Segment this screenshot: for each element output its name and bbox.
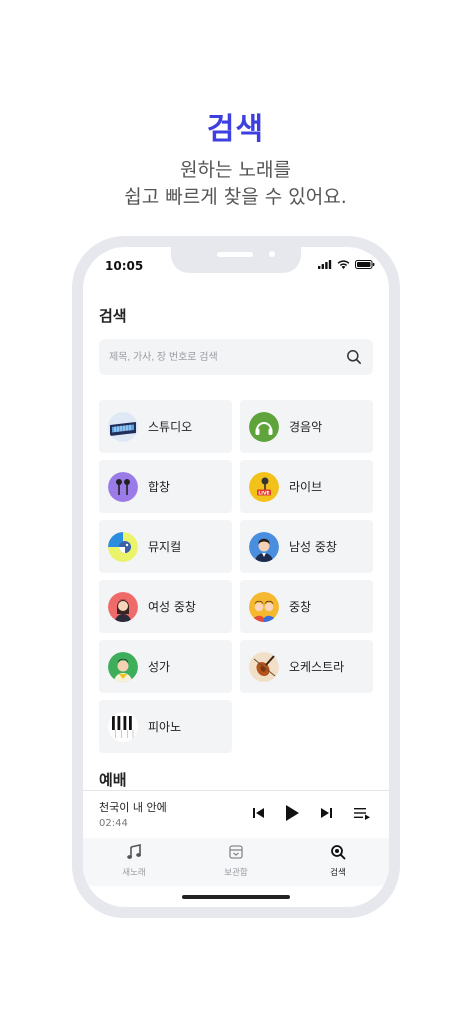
male-ensemble-icon: [249, 531, 279, 562]
search-box: [99, 339, 373, 375]
promo-title: 검색: [206, 112, 265, 147]
tab-search[interactable]: 검색: [298, 844, 378, 878]
tab-archive[interactable]: 보관함: [196, 844, 276, 878]
wifi-icon: [337, 260, 350, 269]
phone-frame: 10:05 검색 제목, 가사, 장 번호로 검색 스튜디오 경음악 합창 LI…: [72, 236, 400, 918]
live-icon: LIVE: [249, 471, 279, 502]
tab-label: 검색: [330, 868, 346, 878]
previous-icon[interactable]: [252, 805, 266, 821]
category-female-ensemble[interactable]: 여성 중창: [99, 580, 232, 633]
battery-icon: [355, 260, 375, 269]
page-title: 검색: [99, 307, 127, 325]
signal-icon: [318, 260, 332, 269]
orchestra-icon: [249, 651, 279, 682]
chant-icon: [108, 651, 138, 682]
category-live[interactable]: LIVE 라이브: [240, 460, 373, 513]
category-label: 뮤지컬: [148, 540, 182, 554]
promo-subtitle-line2: 쉽고 빠르게 찾을 수 있어요.: [124, 186, 347, 208]
choir-icon: [108, 471, 138, 502]
female-ensemble-icon: [108, 591, 138, 622]
category-label: 중창: [289, 600, 312, 614]
category-label: 성가: [148, 660, 171, 674]
category-label: 합창: [148, 480, 171, 494]
category-label: 경음악: [289, 420, 323, 434]
category-label: 피아노: [148, 720, 182, 734]
musical-icon: [108, 531, 138, 562]
category-light-music[interactable]: 경음악: [240, 400, 373, 453]
next-icon[interactable]: [319, 805, 333, 821]
category-piano[interactable]: 피아노: [99, 700, 232, 753]
play-icon[interactable]: [284, 803, 300, 823]
category-label: 라이브: [289, 480, 323, 494]
category-chant[interactable]: 성가: [99, 640, 232, 693]
ensemble-icon: [249, 591, 279, 622]
archive-icon: [229, 845, 243, 859]
svg-text:LIVE: LIVE: [258, 490, 269, 496]
notch: [171, 247, 301, 273]
category-studio[interactable]: 스튜디오: [99, 400, 232, 453]
search-tab-icon: [331, 845, 346, 860]
now-playing-title: 천국이 내 안에: [99, 801, 167, 814]
tab-label: 보관함: [224, 868, 248, 878]
piano-icon: [108, 711, 138, 742]
category-label: 남성 중창: [289, 540, 337, 554]
phone-screen: 10:05 검색 제목, 가사, 장 번호로 검색 스튜디오 경음악 합창 LI…: [83, 247, 389, 907]
search-input[interactable]: [99, 339, 339, 375]
music-note-icon: [127, 844, 141, 859]
category-ensemble[interactable]: 중창: [240, 580, 373, 633]
status-time: 10:05: [105, 259, 144, 273]
playlist-icon[interactable]: [353, 805, 371, 821]
speaker: [217, 252, 253, 257]
category-male-ensemble[interactable]: 남성 중창: [240, 520, 373, 573]
category-label: 여성 중창: [148, 600, 196, 614]
category-musical[interactable]: 뮤지컬: [99, 520, 232, 573]
status-icons: [318, 260, 375, 269]
light-music-icon: [249, 411, 279, 442]
category-label: 오케스트라: [289, 660, 345, 674]
studio-icon: [108, 411, 138, 442]
camera: [269, 251, 275, 257]
now-playing-time: 02:44: [99, 818, 128, 829]
search-icon[interactable]: [346, 349, 362, 365]
promo-subtitle-line1: 원하는 노래를: [180, 159, 291, 181]
category-grid: 스튜디오 경음악 합창 LIVE 라이브 뮤지컬 남성 중창 여성 중창 중창 …: [99, 400, 373, 753]
home-indicator: [182, 895, 290, 899]
tab-new-songs[interactable]: 새노래: [94, 844, 174, 878]
category-orchestra[interactable]: 오케스트라: [240, 640, 373, 693]
section-title: 예배: [99, 771, 127, 789]
category-label: 스튜디오: [148, 420, 193, 434]
tab-bar: 새노래 보관함 검색: [83, 838, 389, 886]
category-choir[interactable]: 합창: [99, 460, 232, 513]
mini-player[interactable]: 천국이 내 안에 02:44: [83, 790, 389, 838]
tab-label: 새노래: [122, 868, 146, 878]
